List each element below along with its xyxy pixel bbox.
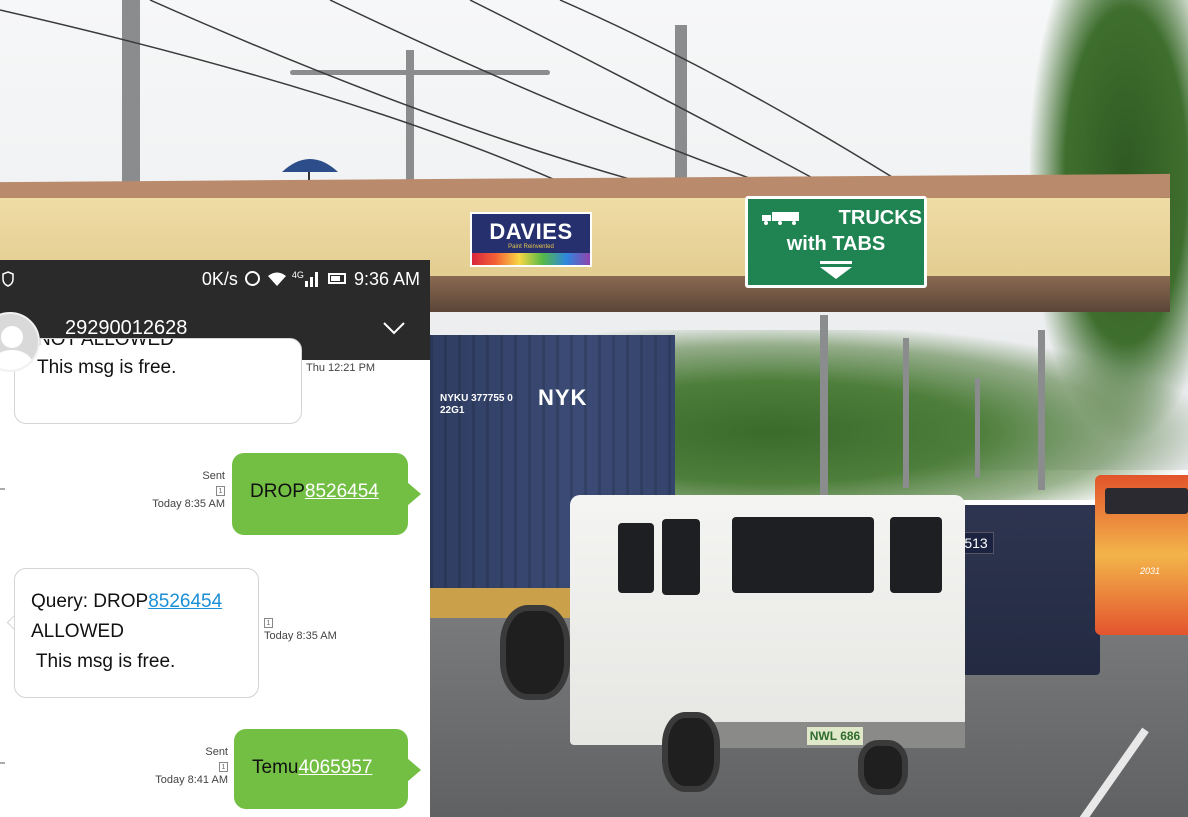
message-timestamp: Thu 12:21 PM — [306, 362, 376, 374]
bubble-tail — [407, 758, 421, 782]
truck-wheel — [500, 605, 570, 700]
bus-window — [1105, 488, 1188, 514]
edge-mark — [0, 488, 5, 490]
sim-icon: 1 — [216, 486, 225, 496]
avatar-head — [1, 326, 23, 348]
jeepney-window-rear — [732, 517, 874, 593]
shield-icon — [2, 271, 14, 287]
davies-rainbow-stripe — [472, 253, 590, 265]
phone-number-link[interactable]: 4065957 — [298, 757, 372, 778]
message-meta: 1 Today 8:35 AM — [264, 615, 337, 643]
sign-with-tabs-text: with TABS — [786, 233, 886, 255]
message-bubble-incoming[interactable]: Query: DROP8526454 ALLOWED This msg is f… — [14, 568, 259, 698]
message-bubble-outgoing[interactable]: Temu4065957 — [234, 729, 408, 809]
message-timestamp: Today 8:35 AM — [152, 498, 225, 510]
license-plate: NWL 686 — [806, 726, 864, 746]
jeepney-window-front — [618, 523, 654, 593]
sent-status: Sent — [202, 470, 225, 482]
message-prefix: Query: DROP — [31, 591, 149, 612]
jeepney-wheel — [662, 712, 720, 792]
container-id-line2: 22G1 — [440, 405, 465, 416]
sign-trucks-text: TRUCKS — [838, 207, 922, 229]
davies-billboard: DAVIES Paint Reinvented — [470, 212, 592, 267]
sms-conversation-screenshot: 0K/s 4G 9:36 AM 29290012628 NOT ALLOWED … — [0, 260, 430, 817]
message-text: Temu4065957 — [252, 757, 372, 779]
armored-van — [955, 505, 1100, 675]
battery-icon — [327, 273, 346, 284]
sim-icon: 1 — [219, 762, 228, 772]
phone-number-link[interactable]: 8526454 — [148, 591, 222, 612]
wifi-icon — [267, 272, 286, 286]
message-prefix: Temu — [252, 757, 299, 778]
network-type: 4G — [291, 270, 304, 280]
phone-number-link[interactable]: 8526454 — [305, 481, 379, 502]
container-id-text: NYKU 377755 0 22G1 — [440, 393, 513, 417]
sent-status: Sent — [205, 746, 228, 758]
message-timestamp: Today 8:41 AM — [155, 774, 228, 786]
message-prefix: DROP — [250, 481, 305, 502]
bubble-tail — [407, 482, 421, 506]
message-meta: Sent 1 Today 8:35 AM — [152, 469, 225, 511]
trucks-with-tabs-sign: TRUCKS with TABS — [745, 196, 927, 288]
message-text-cutoff: NOT ALLOWED — [37, 338, 174, 350]
message-line-status: ALLOWED — [31, 621, 124, 642]
white-jeepney — [570, 495, 965, 745]
message-bubble-outgoing[interactable]: DROP8526454 — [232, 453, 408, 535]
container-logo: NYK — [538, 385, 588, 410]
bus-number: 2031 — [1140, 566, 1161, 576]
jeepney-window-side — [662, 519, 700, 595]
jeepney-wheel-right — [858, 740, 908, 795]
davies-tagline: Paint Reinvented — [508, 244, 554, 250]
message-text: This msg is free. — [37, 357, 177, 378]
message-timestamp: Today 8:35 AM — [264, 630, 337, 642]
street-lamp-pole-4 — [975, 378, 980, 478]
message-line-query: Query: DROP8526454 — [31, 589, 222, 615]
contact-number[interactable]: 29290012628 — [65, 317, 187, 340]
avatar-body — [0, 350, 33, 370]
alarm-icon — [244, 271, 260, 286]
edge-mark — [0, 762, 5, 764]
street-lamp-pole-3 — [903, 338, 909, 488]
network-speed: 0K/s — [201, 269, 238, 289]
signal-icon — [304, 272, 318, 287]
message-meta: Sent 1 Today 8:41 AM — [155, 745, 228, 787]
status-bar: 0K/s 4G 9:36 AM — [0, 260, 430, 302]
sim-icon: 1 — [264, 618, 273, 628]
container-id-line1: NYKU 377755 0 — [440, 393, 513, 404]
message-text: DROP8526454 — [250, 481, 379, 503]
jeepney-window-door — [890, 517, 942, 593]
clock: 9:36 AM — [353, 269, 420, 289]
chevron-down-icon[interactable] — [382, 320, 406, 336]
message-bubble-incoming[interactable]: NOT ALLOWED This msg is free. — [14, 338, 302, 424]
utility-pole-far — [1038, 330, 1045, 490]
davies-brand-text: DAVIES — [489, 219, 573, 244]
status-right-group: 0K/s 4G 9:36 AM — [202, 269, 420, 290]
street-lamp-pole-2 — [820, 315, 828, 495]
arrow-down-icon — [820, 261, 852, 279]
message-line-free: This msg is free. — [31, 651, 176, 672]
